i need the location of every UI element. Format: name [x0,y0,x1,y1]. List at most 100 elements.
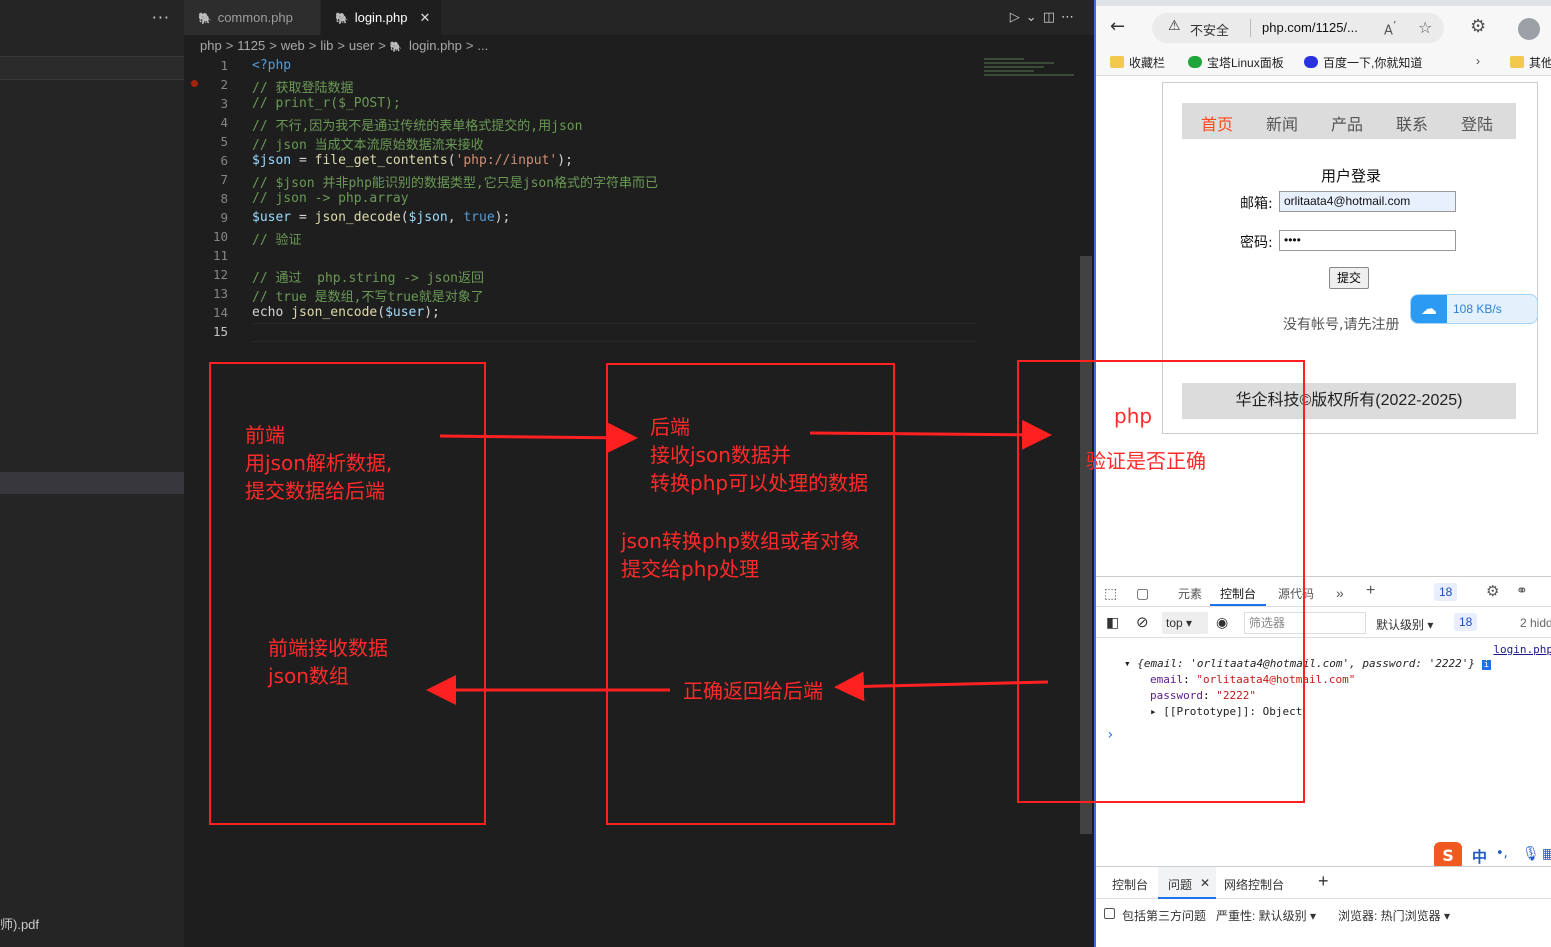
drawer-tab-bar: 控制台 问题 ✕ 网络控制台 + [1096,867,1551,899]
tab-common-php[interactable]: 🐘 common.php [184,0,320,35]
nav-item-products[interactable]: 产品 [1331,111,1363,135]
breadcrumb-item[interactable]: php [200,38,222,53]
omnibox[interactable]: ⚠ 不安全 php.com/1125/... Aʼ ☆ [1152,13,1444,43]
note-line: 用json解析数据, [245,451,393,475]
code-line[interactable]: // print_r($_POST); [252,96,401,111]
more-tabs-icon[interactable]: » [1336,585,1344,601]
more-actions-icon[interactable]: ⋯ [1061,10,1080,25]
code-line[interactable]: echo json_encode($user); [252,305,440,320]
bookmark-item[interactable]: 宝塔Linux面板 [1188,54,1284,71]
customize-icon[interactable]: ⚭ [1516,582,1528,599]
email-field[interactable]: orlitaata4@hotmail.com [1279,191,1456,212]
return-note: 正确返回给后端 [683,679,823,703]
address-bar-row: ← ⚠ 不安全 php.com/1125/... Aʼ ☆ ⚙ [1096,6,1551,48]
code-line[interactable]: <?php [252,58,291,73]
add-icon[interactable]: + [1318,871,1329,892]
ime-punct[interactable]: •, [1496,846,1508,861]
close-icon[interactable]: ✕ [1200,876,1210,890]
close-icon[interactable]: ✕ [419,10,430,25]
php-label: php [1114,404,1153,428]
download-speed-widget[interactable]: ☁ 108 KB/s [1410,294,1538,324]
code-line[interactable]: // 通过 php.string -> json返回 [252,267,484,286]
nav-item-news[interactable]: 新闻 [1266,111,1298,135]
note-line: 前端接收数据 [268,636,388,660]
code-line[interactable]: // json 当成文本流原始数据流来接收 [252,134,484,153]
code-line[interactable]: // 验证 [252,229,301,248]
insecure-label[interactable]: 不安全 [1190,20,1229,39]
editor-tab-bar: 🐘 common.php 🐘 login.php ✕ ▷⌄◫⋯ [184,0,1094,35]
more-actions-icon[interactable]: ··· [152,8,170,27]
drawer-tab-issues[interactable]: 问题 ✕ [1158,867,1216,899]
back-arrow-icon[interactable]: ← [1110,16,1125,37]
password-label: 密码: [1240,235,1273,251]
code-line[interactable]: // true 是数组,不写true就是对象了 [252,286,484,305]
info-icon: i [1481,660,1492,670]
gear-icon[interactable]: ⚙ [1486,582,1499,600]
code-line[interactable]: $user = json_decode($json, true); [252,210,510,225]
url-text[interactable]: php.com/1125/... [1262,20,1358,35]
register-link[interactable]: 没有帐号,请先注册 [1283,314,1399,334]
avatar[interactable] [1518,18,1540,40]
line-number: 5 [220,134,228,149]
line-number: 13 [212,286,228,301]
breadcrumb-item[interactable]: 1125 [237,38,265,53]
tab-label: common.php [217,10,293,25]
submit-button[interactable]: 提交 [1329,267,1369,289]
add-icon[interactable]: + [1366,582,1375,600]
read-aloud-icon[interactable]: Aʼ [1384,19,1396,38]
microphone-icon[interactable]: 🎙 [1522,846,1540,862]
severity-dropdown[interactable]: 严重性: 默认级别 ▾ [1216,907,1316,924]
code-line[interactable]: // $json 并非php能识别的数据类型,它只是json格式的字符串而已 [252,172,658,191]
breadcrumb-item[interactable]: lib [320,38,333,53]
chevron-down-icon[interactable]: ⌄ [1026,10,1043,25]
nav-item-login[interactable]: 登陆 [1461,111,1493,135]
code-line[interactable]: $json = file_get_contents('php://input')… [252,153,573,168]
nav-item-home[interactable]: 首页 [1201,111,1233,135]
breadcrumb-item[interactable]: login.php [409,38,462,53]
folder-icon [1110,56,1124,68]
password-field[interactable]: •••• [1279,230,1456,251]
browser-dropdown[interactable]: 浏览器: 热门浏览器 ▾ [1338,907,1450,924]
split-editor-icon[interactable]: ◫ [1043,10,1061,25]
sidebar-section-header[interactable] [0,56,184,80]
speed-value: 108 KB/s [1453,302,1502,316]
extensions-icon[interactable]: ⚙ [1470,16,1486,37]
editor-actions: ▷⌄◫⋯ [1010,0,1080,35]
tab-login-php[interactable]: 🐘 login.php ✕ [321,0,441,35]
sidebar-file-pdf[interactable]: 师).pdf [0,914,39,933]
minimap[interactable] [984,56,1078,88]
line-number: 12 [212,267,228,282]
bookmarks-bar: 收藏栏 宝塔Linux面板 百度一下,你就知道 › 其他 [1096,48,1551,76]
code-line[interactable]: // 不行,因为我不是通过传统的表单格式提交的,用json [252,115,582,134]
note-line: 后端 [650,415,690,439]
message-count-badge[interactable]: 18 [1434,583,1458,601]
ime-mode[interactable]: 中 [1472,846,1487,867]
note-line: json数组 [268,664,349,688]
run-icon[interactable]: ▷ [1010,10,1026,25]
bookmark-item[interactable]: 其他 [1510,54,1551,71]
third-party-checkbox[interactable] [1104,908,1115,919]
backend-note: 后端 接收json数据并 转换php可以处理的数据 [650,413,868,497]
site-nav: 首页 新闻 产品 联系 登陆 [1182,103,1516,139]
bookmark-item[interactable]: 收藏栏 [1110,54,1165,71]
code-line[interactable]: // 获取登陆数据 [252,77,353,96]
nav-item-contact[interactable]: 联系 [1396,111,1428,135]
source-link[interactable]: login.php [1493,643,1551,656]
chevron-right-icon[interactable]: › [1476,54,1480,68]
line-number: 3 [220,96,228,111]
log-level-dropdown[interactable]: 默认级别 ▾ [1376,616,1433,633]
drawer-tab-network-console[interactable]: 网络控制台 [1224,876,1284,893]
sidebar-selected-item[interactable] [0,472,184,494]
message-count-badge[interactable]: 18 [1454,613,1478,631]
breakpoint-icon[interactable] [191,80,198,87]
breadcrumb-item[interactable]: user [349,38,374,53]
keyboard-icon[interactable]: ▦ [1542,846,1551,862]
breadcrumb-item[interactable]: ... [477,38,488,53]
breadcrumb-item[interactable]: web [281,38,305,53]
drawer-tab-console[interactable]: 控制台 [1112,876,1148,893]
add-favorite-icon[interactable]: ☆ [1418,18,1432,37]
code-line[interactable]: // json -> php.array [252,191,409,206]
log-level-value: 默认级别 [1376,618,1425,632]
php-elephant-icon: 🐘 [389,42,406,53]
bookmark-item[interactable]: 百度一下,你就知道 [1304,54,1422,71]
